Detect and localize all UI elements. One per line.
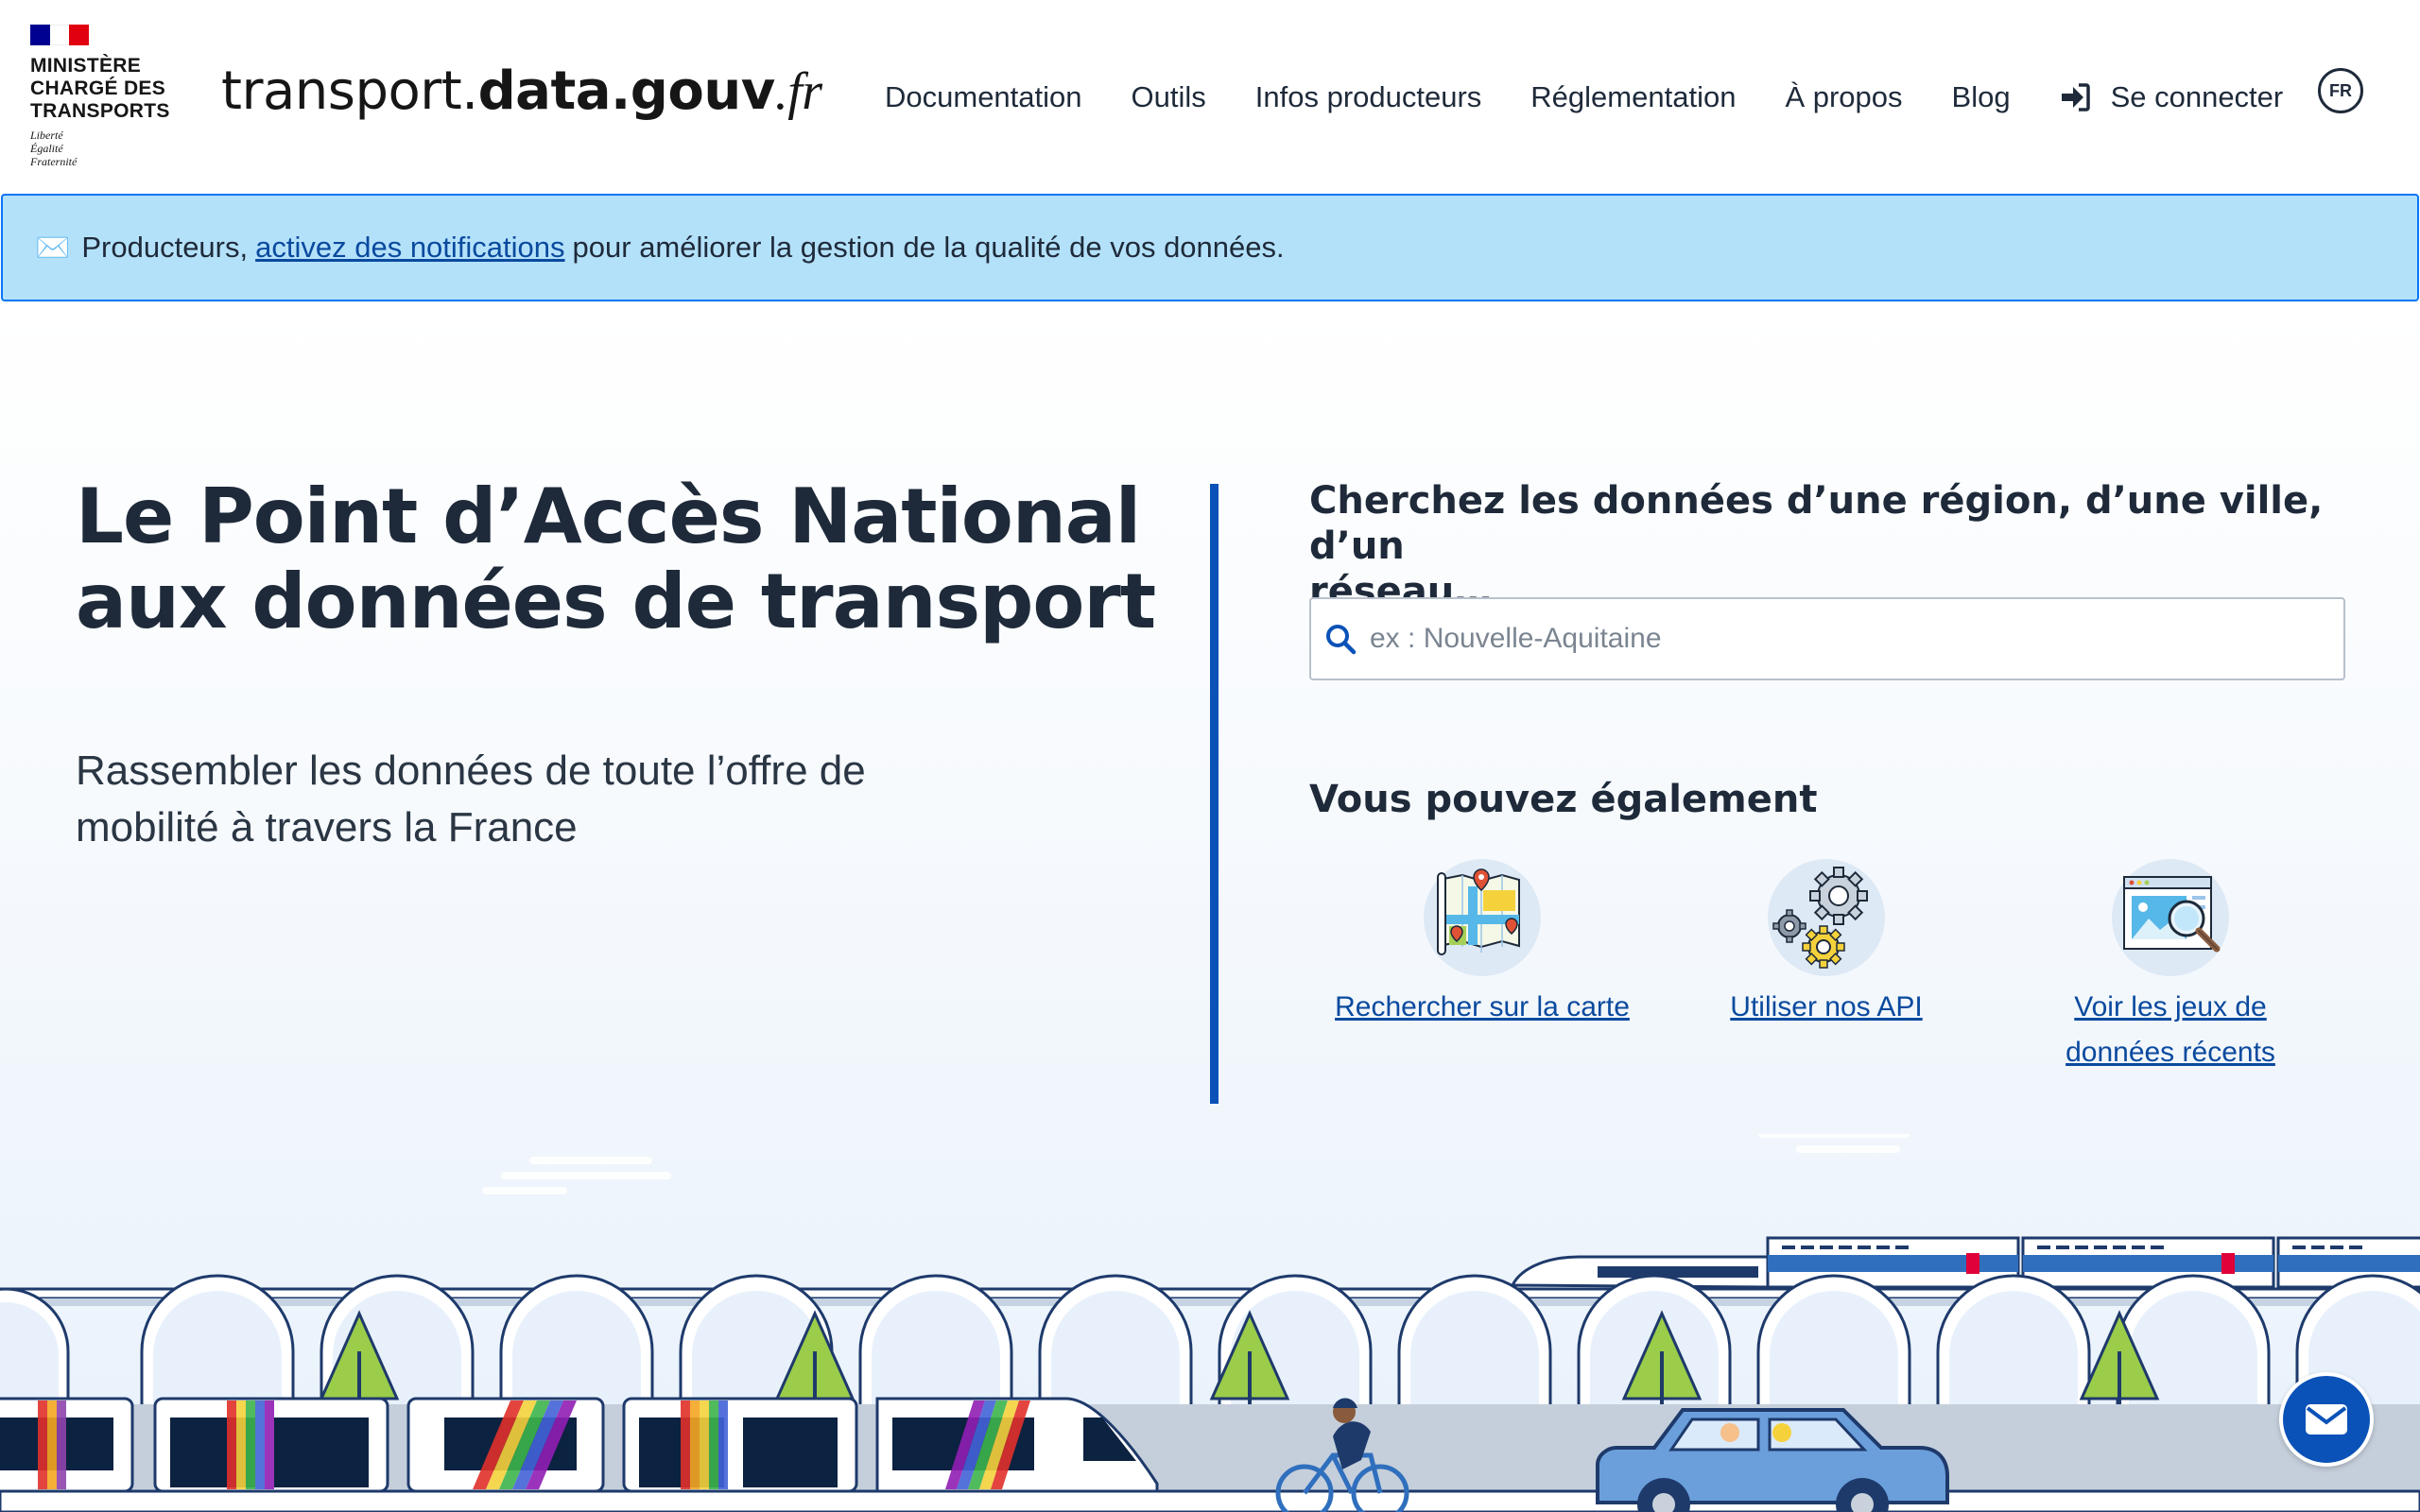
banner-text: pour améliorer la gestion de la qualité … — [572, 231, 1285, 264]
vertical-divider — [1210, 484, 1219, 1104]
nav-infos-producteurs[interactable]: Infos producteurs — [1255, 80, 1482, 114]
search-heading: Cherchez les données d’une région, d’une… — [1309, 478, 2377, 614]
login-button[interactable]: Se connecter — [2060, 80, 2284, 114]
motto-line: Liberté — [30, 129, 63, 142]
notification-banner: ✉️ Producteurs, activez des notification… — [1, 194, 2419, 301]
contact-chat-button[interactable] — [2279, 1372, 2374, 1467]
recent-datasets-label-line: données récents — [2066, 1037, 2275, 1068]
map-icon — [1424, 859, 1541, 976]
ministry-line: TRANSPORTS — [30, 100, 170, 122]
ministry-line: CHARGÉ DES — [30, 77, 166, 99]
search-icon — [1326, 625, 1357, 655]
search-map-action[interactable]: Rechercher sur la carte — [1322, 858, 1643, 1030]
also-heading: Vous pouvez également — [1309, 778, 1818, 821]
search-map-link[interactable]: Rechercher sur la carte — [1335, 991, 1630, 1022]
search-heading-line: Cherchez les données d’une région, d’une… — [1309, 479, 2324, 568]
ministry-name: MINISTÈRE CHARGÉ DES TRANSPORTS — [30, 55, 182, 123]
site-title-link[interactable]: transport.data.gouv.fr — [221, 59, 822, 125]
motto-line: Fraternité — [30, 155, 78, 168]
recent-datasets-label-line: Voir les jeux de — [2074, 991, 2267, 1022]
use-api-action[interactable]: Utiliser nos API — [1666, 858, 1987, 1030]
envelope-icon: ✉️ — [35, 232, 71, 264]
search-input[interactable] — [1370, 623, 2315, 655]
ministry-logo[interactable]: MINISTÈRE CHARGÉ DES TRANSPORTS Liberté … — [30, 25, 182, 176]
republic-motto: Liberté Égalité Fraternité — [30, 129, 182, 168]
site-title-part: transport. — [221, 60, 478, 122]
nav-a-propos[interactable]: À propos — [1785, 80, 1902, 114]
language-switcher[interactable]: FR — [2318, 68, 2363, 113]
sign-in-icon — [2061, 83, 2090, 112]
main-nav: Documentation Outils Infos producteurs R… — [885, 74, 2332, 121]
language-label: FR — [2329, 80, 2352, 100]
motto-line: Égalité — [30, 142, 63, 155]
site-header: MINISTÈRE CHARGÉ DES TRANSPORTS Liberté … — [0, 0, 2420, 193]
hero-title-line: Le Point d’Accès National — [76, 472, 1141, 560]
banner-text: Producteurs, — [81, 231, 249, 264]
hero-title: Le Point d’Accès National aux données de… — [76, 474, 1163, 644]
transport-illustration — [0, 1134, 2420, 1512]
cloud-icon — [482, 1134, 1910, 1194]
recent-datasets-action[interactable]: Voir les jeux de données récents — [2010, 858, 2331, 1075]
french-flag-icon — [30, 25, 90, 45]
ministry-line: MINISTÈRE — [30, 55, 142, 77]
gears-icon — [1768, 859, 1885, 976]
nav-blog[interactable]: Blog — [1952, 80, 2011, 114]
hero-title-line: aux données de transport — [76, 558, 1156, 645]
nav-outils[interactable]: Outils — [1132, 80, 1206, 114]
nav-documentation[interactable]: Documentation — [885, 80, 1082, 114]
activate-notifications-link[interactable]: activez des notifications — [255, 231, 564, 265]
login-label: Se connecter — [2110, 80, 2284, 113]
search-box[interactable] — [1309, 597, 2345, 680]
regional-train-icon — [0, 1397, 1159, 1493]
hero-subtitle-line: Rassembler les données de toute l’offre … — [76, 747, 866, 794]
recent-datasets-link[interactable]: Voir les jeux de données récents — [2066, 991, 2275, 1068]
hero-subtitle: Rassembler les données de toute l’offre … — [76, 743, 983, 856]
site-title-part: .fr — [774, 62, 822, 121]
envelope-icon — [2306, 1404, 2347, 1435]
site-title-part: data.gouv — [477, 60, 776, 122]
hero-subtitle-line: mobilité à travers la France — [76, 804, 578, 850]
dataset-search-icon — [2112, 859, 2229, 976]
use-api-link[interactable]: Utiliser nos API — [1730, 991, 1922, 1022]
nav-reglementation[interactable]: Réglementation — [1530, 80, 1736, 114]
